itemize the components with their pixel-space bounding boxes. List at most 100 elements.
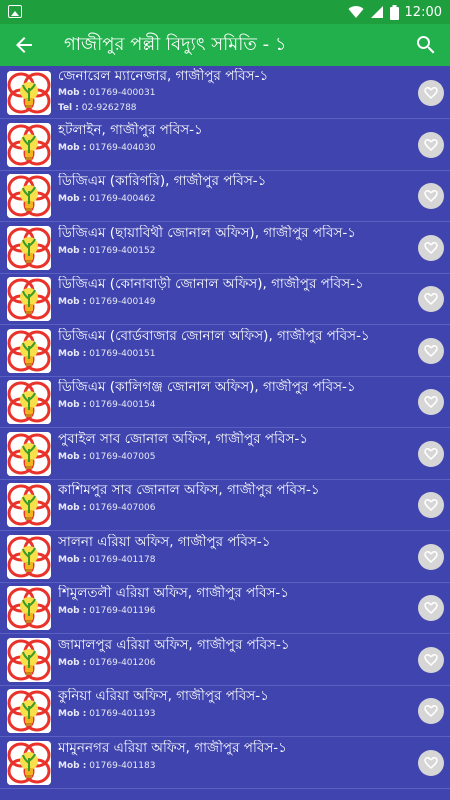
status-bar: 12:00 <box>0 0 450 24</box>
favorite-button[interactable] <box>418 750 444 776</box>
list-item[interactable]: হটলাইন, গাজীপুর পবিস-১ Mob : 01769-40403… <box>0 120 450 171</box>
page-title: গাজীপুর পল্লী বিদ্যুৎ সমিতি - ১ <box>64 34 287 55</box>
heart-outline-icon <box>424 653 438 667</box>
cellular-signal-icon <box>370 6 383 18</box>
heart-outline-icon <box>424 704 438 718</box>
mobile-number: Mob : 01769-401196 <box>58 606 155 616</box>
contact-name: কুনিয়া এরিয়া অফিস, গাজীপুর পবিস-১ <box>58 688 269 704</box>
contact-name: জামালপুর এরিয়া অফিস, গাজীপুর পবিস-১ <box>58 637 290 653</box>
app-bar: গাজীপুর পল্লী বিদ্যুৎ সমিতি - ১ <box>0 24 450 66</box>
list-item[interactable]: জেনারেল ম্যানেজার, গাজীপুর পবিস-১ Mob : … <box>0 68 450 119</box>
favorite-button[interactable] <box>418 132 444 158</box>
list-item[interactable]: ডিজিএম (কোনাবাড়ী জোনাল অফিস), গাজীপুর প… <box>0 274 450 325</box>
heart-outline-icon <box>424 395 438 409</box>
mobile-value: 01769-400151 <box>89 349 156 359</box>
contact-name: ডিজিএম (বোর্ডবাজার জোনাল অফিস), গাজীপুর … <box>58 328 370 344</box>
mobile-number: Mob : 01769-404030 <box>58 143 155 153</box>
list-item[interactable]: ডিজিএম (বোর্ডবাজার জোনাল অফিস), গাজীপুর … <box>0 326 450 377</box>
list-item[interactable]: ডিজিএম (কালিগঞ্জ জোনাল অফিস), গাজীপুর পব… <box>0 377 450 428</box>
mobile-label: Mob : <box>58 606 87 616</box>
status-icons: 12:00 <box>348 0 442 24</box>
mobile-value: 01769-401206 <box>89 658 156 668</box>
favorite-button[interactable] <box>418 286 444 312</box>
favorite-button[interactable] <box>418 698 444 724</box>
rural-electrification-logo-icon <box>7 277 51 321</box>
rural-electrification-logo-icon <box>7 741 51 785</box>
list-item[interactable]: ডিজিএম (ছায়াবিথী জোনাল অফিস), গাজীপুর প… <box>0 223 450 274</box>
heart-outline-icon <box>424 498 438 512</box>
heart-outline-icon <box>424 292 438 306</box>
list-item[interactable]: মামুননগর এরিয়া অফিস, গাজীপুর পবিস-১ Mob… <box>0 738 450 789</box>
list-item[interactable]: কুনিয়া এরিয়া অফিস, গাজীপুর পবিস-১ Mob … <box>0 686 450 737</box>
heart-outline-icon <box>424 601 438 615</box>
contact-name: ডিজিএম (ছায়াবিথী জোনাল অফিস), গাজীপুর প… <box>58 225 356 241</box>
mobile-label: Mob : <box>58 246 87 256</box>
favorite-button[interactable] <box>418 338 444 364</box>
rural-electrification-logo-icon <box>7 123 51 167</box>
list-item[interactable]: কাশিমপুর সাব জোনাল অফিস, গাজীপুর পবিস-১ … <box>0 480 450 531</box>
mobile-value: 01769-400462 <box>89 194 156 204</box>
mobile-number: Mob : 01769-400152 <box>58 246 155 256</box>
telephone-number: Tel : 02-9262788 <box>58 103 137 113</box>
mobile-number: Mob : 01769-401178 <box>58 555 155 565</box>
rural-electrification-logo-icon <box>7 638 51 682</box>
mobile-number: Mob : 01769-401206 <box>58 658 155 668</box>
mobile-number: Mob : 01769-401193 <box>58 709 155 719</box>
wifi-icon <box>348 6 364 19</box>
rural-electrification-logo-icon <box>7 380 51 424</box>
contact-name: মামুননগর এরিয়া অফিস, গাজীপুর পবিস-১ <box>58 740 287 756</box>
list-item[interactable]: সালনা এরিয়া অফিস, গাজীপুর পবিস-১ Mob : … <box>0 532 450 583</box>
contact-name: পুবাইল সাব জোনাল অফিস, গাজীপুর পবিস-১ <box>58 431 308 447</box>
heart-outline-icon <box>424 241 438 255</box>
rural-electrification-logo-icon <box>7 329 51 373</box>
rural-electrification-logo-icon <box>7 535 51 579</box>
contact-name: ডিজিএম (কারিগরি), গাজীপুর পবিস-১ <box>58 173 267 189</box>
mobile-value: 01769-400031 <box>89 88 156 98</box>
mobile-number: Mob : 01769-400154 <box>58 400 155 410</box>
favorite-button[interactable] <box>418 441 444 467</box>
contact-name: হটলাইন, গাজীপুর পবিস-১ <box>58 122 203 138</box>
mobile-value: 01769-401196 <box>89 606 156 616</box>
status-time: 12:00 <box>404 4 442 20</box>
heart-outline-icon <box>424 344 438 358</box>
mobile-label: Mob : <box>58 194 87 204</box>
rural-electrification-logo-icon <box>7 586 51 630</box>
favorite-button[interactable] <box>418 235 444 261</box>
heart-outline-icon <box>424 138 438 152</box>
telephone-value: 02-9262788 <box>81 103 137 113</box>
list-item[interactable]: জামালপুর এরিয়া অফিস, গাজীপুর পবিস-১ Mob… <box>0 635 450 686</box>
list-item[interactable]: শিমুলতলী এরিয়া অফিস, গাজীপুর পবিস-১ Mob… <box>0 583 450 634</box>
mobile-number: Mob : 01769-400149 <box>58 297 155 307</box>
mobile-label: Mob : <box>58 761 87 771</box>
heart-outline-icon <box>424 447 438 461</box>
telephone-label: Tel : <box>58 103 79 113</box>
rural-electrification-logo-icon <box>7 71 51 115</box>
heart-outline-icon <box>424 86 438 100</box>
favorite-button[interactable] <box>418 183 444 209</box>
search-icon[interactable] <box>414 33 438 57</box>
mobile-label: Mob : <box>58 503 87 513</box>
mobile-label: Mob : <box>58 658 87 668</box>
heart-outline-icon <box>424 550 438 564</box>
contact-name: কাশিমপুর সাব জোনাল অফিস, গাজীপুর পবিস-১ <box>58 482 320 498</box>
rural-electrification-logo-icon <box>7 226 51 270</box>
contact-name: ডিজিএম (কোনাবাড়ী জোনাল অফিস), গাজীপুর প… <box>58 276 364 292</box>
mobile-label: Mob : <box>58 709 87 719</box>
favorite-button[interactable] <box>418 647 444 673</box>
list-item[interactable]: ডিজিএম (কারিগরি), গাজীপুর পবিস-১ Mob : 0… <box>0 171 450 222</box>
contact-name: শিমুলতলী এরিয়া অফিস, গাজীপুর পবিস-১ <box>58 585 290 601</box>
favorite-button[interactable] <box>418 80 444 106</box>
mobile-label: Mob : <box>58 555 87 565</box>
mobile-label: Mob : <box>58 143 87 153</box>
mobile-label: Mob : <box>58 88 87 98</box>
mobile-label: Mob : <box>58 452 87 462</box>
list-item[interactable]: পুবাইল সাব জোনাল অফিস, গাজীপুর পবিস-১ Mo… <box>0 429 450 480</box>
favorite-button[interactable] <box>418 544 444 570</box>
mobile-value: 01769-400152 <box>89 246 156 256</box>
back-arrow-icon[interactable] <box>12 33 36 57</box>
favorite-button[interactable] <box>418 389 444 415</box>
contact-name: জেনারেল ম্যানেজার, গাজীপুর পবিস-১ <box>58 68 269 84</box>
favorite-button[interactable] <box>418 595 444 621</box>
mobile-number: Mob : 01769-400031 <box>58 88 155 98</box>
favorite-button[interactable] <box>418 492 444 518</box>
